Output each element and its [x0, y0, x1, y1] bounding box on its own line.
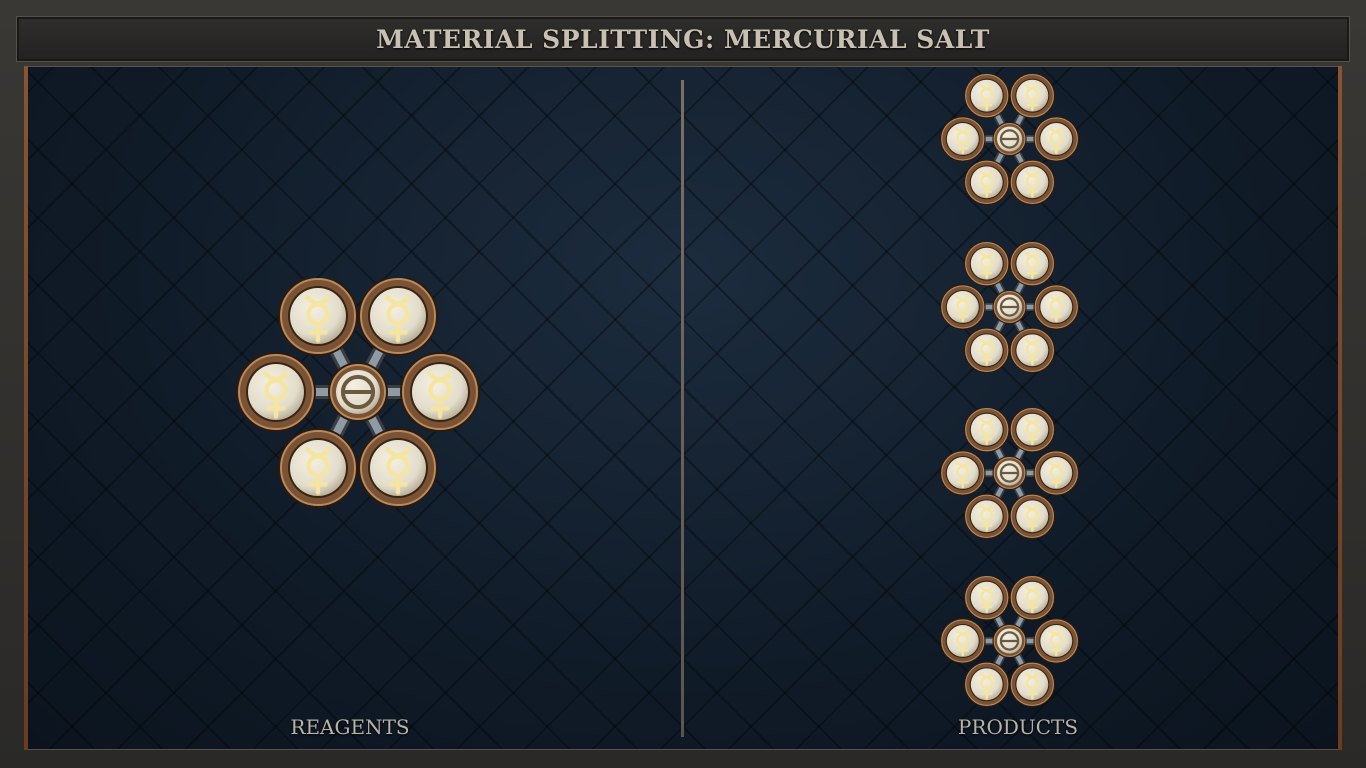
atom-mercury	[1033, 450, 1080, 496]
atom-salt	[992, 623, 1027, 659]
page-title: MATERIAL SPLITTING: MERCURIAL SALT	[376, 25, 990, 54]
section-divider	[681, 80, 684, 737]
left-trim	[24, 66, 28, 750]
atom-mercury	[1033, 116, 1080, 162]
atom-mercury	[278, 278, 358, 356]
atom-mercury	[963, 242, 1010, 287]
atom-mercury	[1009, 493, 1056, 540]
atom-mercury	[940, 284, 986, 330]
atom-mercury	[1009, 661, 1056, 708]
atom-salt	[328, 362, 388, 422]
reagents-label: REAGENTS	[290, 715, 410, 739]
atom-mercury	[963, 493, 1010, 540]
atom-mercury	[940, 450, 986, 496]
product-molecule[interactable]	[940, 242, 1080, 374]
atom-mercury	[400, 352, 480, 432]
product-molecule[interactable]	[940, 74, 1080, 206]
atom-salt	[992, 455, 1027, 491]
atom-mercury	[963, 661, 1010, 708]
atom-mercury	[963, 159, 1010, 206]
products-label: PRODUCTS	[957, 715, 1079, 739]
atom-salt	[992, 121, 1027, 157]
atom-mercury	[358, 428, 438, 508]
atom-mercury	[1009, 408, 1056, 453]
atom-mercury	[278, 428, 358, 508]
atom-mercury	[963, 327, 1010, 374]
atom-mercury	[358, 278, 438, 356]
atom-mercury	[1009, 327, 1056, 374]
atom-mercury	[236, 352, 316, 432]
atom-mercury	[1033, 284, 1080, 330]
product-molecule[interactable]	[940, 408, 1080, 540]
atom-mercury	[1009, 159, 1056, 206]
atom-mercury	[1009, 576, 1056, 621]
atom-mercury	[940, 116, 986, 162]
atom-mercury	[1033, 618, 1080, 664]
atom-mercury	[1009, 74, 1056, 119]
title-bar: MATERIAL SPLITTING: MERCURIAL SALT	[16, 16, 1350, 62]
atom-mercury	[963, 74, 1010, 119]
reagent-molecule[interactable]	[236, 278, 480, 510]
atom-mercury	[963, 576, 1010, 621]
right-trim	[1338, 66, 1342, 750]
product-molecule[interactable]	[940, 576, 1080, 708]
atom-mercury	[1009, 242, 1056, 287]
atom-mercury	[940, 618, 986, 664]
atom-salt	[992, 289, 1027, 325]
atom-mercury	[963, 408, 1010, 453]
